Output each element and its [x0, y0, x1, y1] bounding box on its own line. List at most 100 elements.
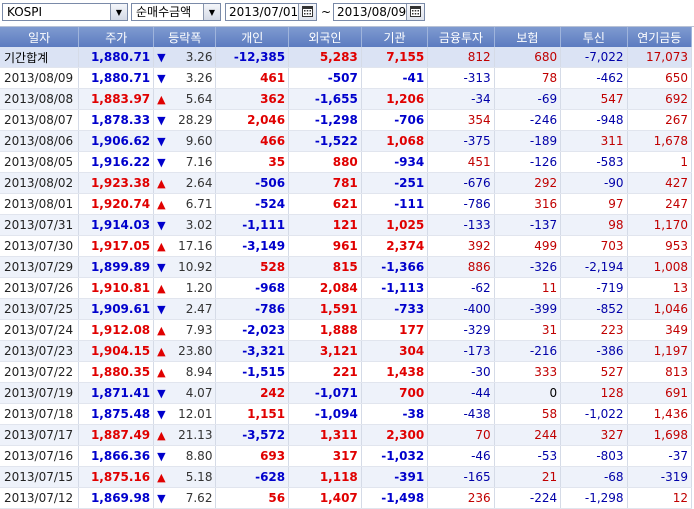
price-cell: 1,914.03	[78, 214, 155, 236]
change-cell: ▼ 10.92	[153, 256, 217, 278]
triangle-down-icon: ▼	[157, 303, 166, 316]
change-value: 7.93	[185, 323, 213, 337]
table-row[interactable]: 2013/07/15 1,875.16 ▲ 5.18 -628 1,118 -391 -165…	[0, 466, 693, 488]
price-cell: 1,880.35	[78, 361, 155, 383]
financial-investment-cell: -46	[427, 445, 495, 467]
column-header-insurance[interactable]: 보험	[494, 27, 562, 47]
table-row[interactable]: 2013/08/01 1,920.74 ▲ 6.71 -524 621 -111 -786 31…	[0, 193, 693, 215]
table-row[interactable]: 2013/07/19 1,871.41 ▼ 4.07 242 -1,071 700 -44 0 1…	[0, 382, 693, 404]
table-row[interactable]: 2013/07/16 1,866.36 ▼ 8.80 693 317 -1,032 -46 -5…	[0, 445, 693, 467]
column-header-institution[interactable]: 기관	[361, 27, 429, 47]
chevron-down-icon[interactable]: ▼	[203, 4, 220, 20]
price-cell: 1,866.36	[78, 445, 155, 467]
column-header-price[interactable]: 주가	[78, 27, 155, 47]
pension-fund-cell: 1,197	[627, 340, 693, 362]
investor-trading-table: 일자 주가 등락폭 개인 외국인 기관 금융투자 보험 투신 연기금등 기간합계 1,880.71 ▼…	[0, 26, 694, 509]
triangle-down-icon: ▼	[157, 450, 166, 463]
change-cell: ▲ 5.18	[153, 466, 217, 488]
table-header: 일자 주가 등락폭 개인 외국인 기관 금융투자 보험 투신 연기금등	[0, 27, 693, 47]
change-value: 17.16	[178, 239, 213, 253]
price-cell: 1,923.38	[78, 172, 155, 194]
market-select[interactable]: KOSPI ▼	[2, 3, 128, 21]
chevron-down-icon[interactable]: ▼	[110, 4, 127, 20]
table-row[interactable]: 2013/08/08 1,883.97 ▲ 5.64 362 -1,655 1,206 -34…	[0, 88, 693, 110]
table-row[interactable]: 2013/07/12 1,869.98 ▼ 7.62 56 1,407 -1,498 236-…	[0, 487, 693, 509]
institution-cell: -733	[361, 298, 429, 320]
column-header-individual[interactable]: 개인	[215, 27, 290, 47]
institution-cell: 1,068	[361, 130, 429, 152]
individual-cell: 528	[215, 256, 290, 278]
change-cell: ▲ 2.64	[153, 172, 217, 194]
column-header-financial-investment[interactable]: 금융투자	[427, 27, 495, 47]
table-row[interactable]: 2013/07/18 1,875.48 ▼ 12.01 1,151 -1,094 -38 -4…	[0, 403, 693, 425]
table-row[interactable]: 2013/07/22 1,880.35 ▲ 8.94 -1,515 221 1,438 -30…	[0, 361, 693, 383]
price-cell: 1,869.98	[78, 487, 155, 509]
table-row[interactable]: 2013/07/24 1,912.08 ▲ 7.93 -2,023 1,888 177 -32…	[0, 319, 693, 341]
table-row[interactable]: 2013/07/17 1,887.49 ▲ 21.13 -3,572 1,311 2,300…	[0, 424, 693, 446]
table-row[interactable]: 2013/07/25 1,909.61 ▼ 2.47 -786 1,591 -733 -400…	[0, 298, 693, 320]
price-cell: 1,899.89	[78, 256, 155, 278]
triangle-down-icon: ▼	[157, 72, 166, 85]
insurance-cell: 680	[494, 47, 562, 68]
triangle-down-icon: ▼	[157, 156, 166, 169]
table-row[interactable]: 2013/07/29 1,899.89 ▼ 10.92 528 815 -1,366 886-…	[0, 256, 693, 278]
table-row[interactable]: 2013/07/31 1,914.03 ▼ 3.02 -1,111 121 1,025 -13…	[0, 214, 693, 236]
table-row[interactable]: 2013/08/07 1,878.33 ▼ 28.29 2,046 -1,298 -706 3…	[0, 109, 693, 131]
table-row[interactable]: 2013/08/06 1,906.62 ▼ 9.60 466 -1,522 1,068 -37…	[0, 130, 693, 152]
total-row[interactable]: 기간합계 1,880.71 ▼ 3.26 -12,385 5,283 7,155 812 680…	[0, 47, 693, 68]
individual-cell: 1,151	[215, 403, 290, 425]
table-row[interactable]: 2013/08/02 1,923.38 ▲ 2.64 -506 781 -251 -676 29…	[0, 172, 693, 194]
individual-cell: -1,111	[215, 214, 290, 236]
financial-investment-cell: 886	[427, 256, 495, 278]
pension-fund-cell: -37	[627, 445, 693, 467]
table-row[interactable]: 2013/08/05 1,916.22 ▼ 7.16 35 880 -934 451 -126-…	[0, 151, 693, 173]
column-header-pension-fund[interactable]: 연기금등	[627, 27, 693, 47]
change-value: 28.29	[178, 113, 213, 127]
foreign-cell: 2,084	[288, 277, 362, 299]
institution-cell: 2,374	[361, 235, 429, 257]
table-row[interactable]: 2013/08/09 1,880.71 ▼ 3.26 461 -507 -41 -313 78-…	[0, 67, 693, 89]
individual-cell: 362	[215, 88, 290, 110]
insurance-cell: -216	[494, 340, 562, 362]
insurance-cell: -53	[494, 445, 562, 467]
end-date-field[interactable]: 2013/08/09	[333, 3, 425, 21]
pension-fund-cell: 12	[627, 487, 693, 509]
foreign-cell: 317	[288, 445, 362, 467]
column-header-foreign[interactable]: 외국인	[288, 27, 362, 47]
financial-investment-cell: 392	[427, 235, 495, 257]
investment-trust-cell: 128	[560, 382, 628, 404]
change-cell: ▼ 28.29	[153, 109, 217, 131]
pension-fund-cell: 1,678	[627, 130, 693, 152]
financial-investment-cell: -676	[427, 172, 495, 194]
investment-trust-cell: 97	[560, 193, 628, 215]
date-cell: 2013/08/08	[0, 88, 80, 110]
table-row[interactable]: 2013/07/30 1,917.05 ▲ 17.16 -3,149 961 2,374 39…	[0, 235, 693, 257]
insurance-cell: 333	[494, 361, 562, 383]
calendar-icon[interactable]	[298, 4, 316, 20]
date-cell: 2013/07/16	[0, 445, 80, 467]
metric-value: 순매수금액	[136, 5, 192, 19]
column-header-change[interactable]: 등락폭	[153, 27, 217, 47]
institution-cell: -111	[361, 193, 429, 215]
calendar-icon[interactable]	[406, 4, 424, 20]
insurance-cell: 499	[494, 235, 562, 257]
change-cell: ▼ 4.07	[153, 382, 217, 404]
individual-cell: -628	[215, 466, 290, 488]
start-date-field[interactable]: 2013/07/01	[225, 3, 317, 21]
table-row[interactable]: 2013/07/23 1,904.15 ▲ 23.80 -3,321 3,121 304 -1…	[0, 340, 693, 362]
institution-cell: -391	[361, 466, 429, 488]
financial-investment-cell: -133	[427, 214, 495, 236]
institution-cell: 1,206	[361, 88, 429, 110]
change-value: 1.20	[185, 281, 213, 295]
price-cell: 1,917.05	[78, 235, 155, 257]
table-row[interactable]: 2013/07/26 1,910.81 ▲ 1.20 -968 2,084 -1,113 -6…	[0, 277, 693, 299]
column-header-investment-trust[interactable]: 투신	[560, 27, 628, 47]
insurance-cell: 78	[494, 67, 562, 89]
individual-cell: 693	[215, 445, 290, 467]
triangle-up-icon: ▲	[157, 345, 166, 358]
column-header-date[interactable]: 일자	[0, 27, 80, 47]
price-cell: 1,875.48	[78, 403, 155, 425]
insurance-cell: 31	[494, 319, 562, 341]
insurance-cell: -246	[494, 109, 562, 131]
metric-select[interactable]: 순매수금액 ▼	[131, 3, 221, 21]
